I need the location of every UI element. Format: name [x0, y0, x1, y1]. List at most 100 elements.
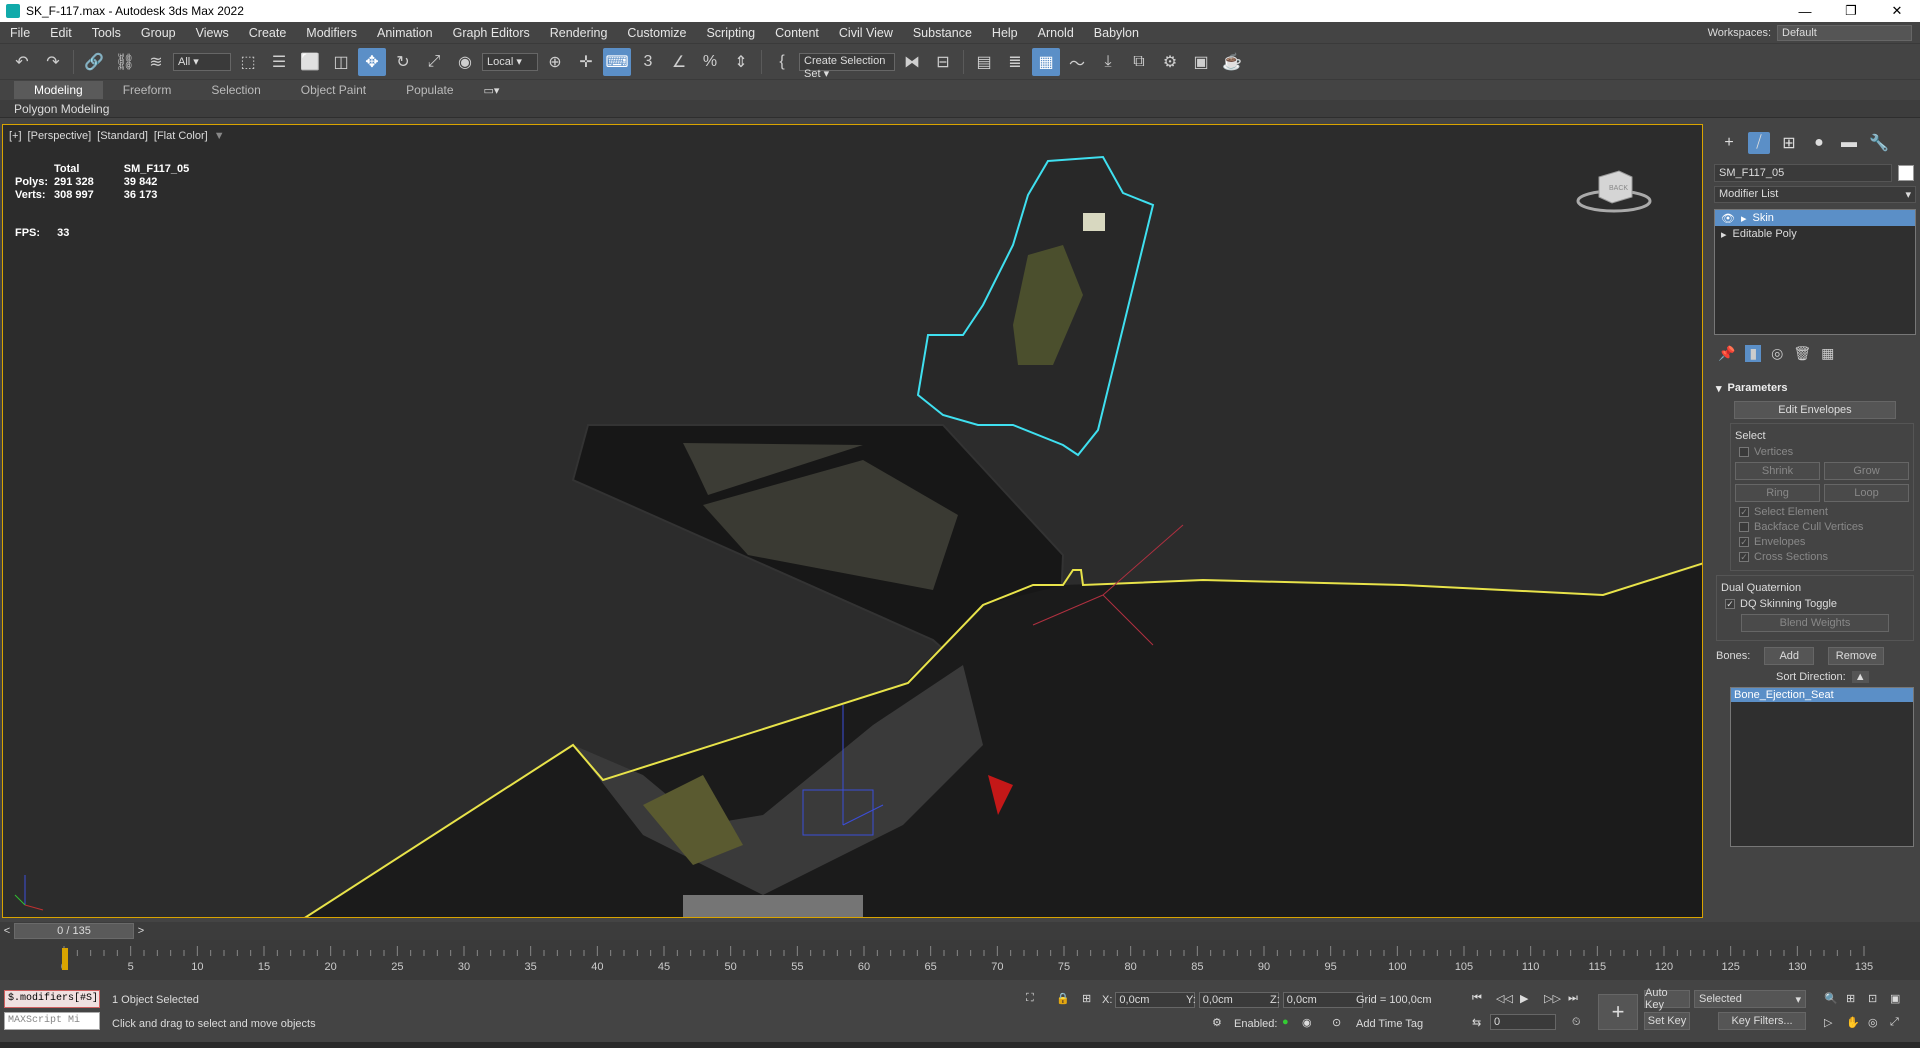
maximize-button[interactable]: ❐ [1828, 0, 1874, 22]
angle-snap-icon[interactable]: ∠ [665, 48, 693, 76]
selection-filter-dropdown[interactable]: All ▾ [173, 52, 231, 71]
zoom-extents-icon[interactable]: ⊡ [1868, 992, 1877, 1005]
viewport-standard[interactable]: [Standard] [97, 130, 148, 142]
select-scale-icon[interactable]: ⤢ [420, 48, 448, 76]
pivot-center-icon[interactable]: ⊕ [541, 48, 569, 76]
field-of-view-icon[interactable]: ▷ [1824, 1016, 1832, 1029]
snaps-toggle-icon[interactable]: 3 [634, 48, 662, 76]
track-bar[interactable]: 0510152025303540455055606570758085909510… [0, 940, 1920, 980]
menu-modifiers[interactable]: Modifiers [296, 26, 367, 40]
play-icon[interactable]: ▶ [1520, 992, 1528, 1005]
tab-populate[interactable]: Populate [386, 81, 473, 99]
motion-tab-icon[interactable]: ● [1808, 132, 1830, 154]
grow-button[interactable]: Grow [1824, 462, 1909, 480]
keyboard-shortcut-icon[interactable]: ⌨ [603, 47, 631, 76]
tab-selection[interactable]: Selection [191, 81, 280, 99]
select-manipulate-icon[interactable]: ✛ [572, 48, 600, 76]
lock-selection-icon[interactable]: 🔒 [1056, 992, 1070, 1005]
select-rotate-icon[interactable]: ↻ [389, 48, 417, 76]
modifier-list-dropdown[interactable]: Modifier List ▾ [1714, 186, 1916, 203]
utilities-tab-icon[interactable]: 🔧 [1868, 132, 1890, 154]
select-element-checkbox[interactable]: ✓ Select Element [1739, 506, 1905, 518]
zoom-all-icon[interactable]: ⊞ [1846, 992, 1855, 1005]
vertices-checkbox[interactable]: Vertices [1739, 446, 1905, 458]
add-time-tag[interactable]: Add Time Tag [1356, 1018, 1423, 1030]
unlink-icon[interactable]: ⛓ [111, 48, 139, 76]
link-icon[interactable]: 🔗 [80, 48, 108, 76]
time-tag-toggle-icon[interactable]: ◉ [1302, 1016, 1312, 1029]
eye-icon[interactable]: 👁 [1721, 212, 1735, 225]
parameters-rollout-header[interactable]: ▾ Parameters [1716, 378, 1914, 399]
configure-sets-icon[interactable]: ▦ [1821, 345, 1834, 362]
hierarchy-tab-icon[interactable]: ⊞ [1778, 132, 1800, 154]
layer-explorer-icon[interactable]: ≣ [1001, 48, 1029, 76]
named-selection-dropdown[interactable]: Create Selection Set ▾ [799, 52, 895, 80]
scene-explorer-icon[interactable]: ▤ [970, 48, 998, 76]
edit-envelopes-button[interactable]: Edit Envelopes [1734, 401, 1896, 419]
mirror-icon[interactable]: ⧓ [898, 48, 926, 76]
cross-sections-checkbox[interactable]: ✓ Cross Sections [1739, 551, 1905, 563]
backface-cull-checkbox[interactable]: Backface Cull Vertices [1739, 521, 1905, 533]
ring-button[interactable]: Ring [1735, 484, 1820, 502]
menu-file[interactable]: File [0, 26, 40, 40]
perspective-viewport[interactable]: [+] [Perspective] [Standard] [Flat Color… [2, 124, 1703, 918]
object-name-field[interactable]: SM_F117_05 [1714, 164, 1892, 182]
menu-graph-editors[interactable]: Graph Editors [443, 26, 540, 40]
key-filters-button[interactable]: Key Filters... [1718, 1012, 1806, 1030]
render-setup-icon[interactable]: ⚙ [1156, 48, 1184, 76]
stack-item-editable-poly[interactable]: ▸ Editable Poly [1715, 226, 1915, 242]
minimize-button[interactable]: — [1782, 0, 1828, 22]
add-bone-button[interactable]: Add [1764, 647, 1815, 665]
prev-frame-icon[interactable]: < [0, 925, 14, 937]
key-mode-icon[interactable]: ⇆ [1472, 1016, 1481, 1029]
dq-skinning-checkbox[interactable]: ✓ DQ Skinning Toggle [1725, 598, 1905, 610]
adaptive-degradation-icon[interactable]: ⚙ [1212, 1016, 1222, 1029]
remove-modifier-icon[interactable]: 🗑 [1793, 345, 1811, 362]
menu-customize[interactable]: Customize [617, 26, 696, 40]
absolute-mode-icon[interactable]: ⊞ [1082, 992, 1091, 1005]
viewport-shading[interactable]: [Flat Color] [154, 130, 208, 142]
bones-list[interactable]: Bone_Ejection_Seat [1730, 687, 1914, 847]
zoom-icon[interactable]: 🔍 [1824, 992, 1838, 1005]
reference-coord-dropdown[interactable]: Local ▾ [482, 52, 538, 71]
ribbon-toggle-icon[interactable]: ▦ [1032, 47, 1060, 76]
percent-snap-icon[interactable]: % [696, 48, 724, 76]
menu-tools[interactable]: Tools [82, 26, 131, 40]
select-by-name-icon[interactable]: ☰ [265, 48, 293, 76]
menu-help[interactable]: Help [982, 26, 1028, 40]
make-unique-icon[interactable]: ◎ [1771, 345, 1783, 362]
show-end-result-icon[interactable]: ▮ [1745, 345, 1762, 362]
time-slider-thumb[interactable]: 0 / 135 [14, 923, 134, 939]
zoom-extents-all-icon[interactable]: ▣ [1890, 992, 1900, 1005]
place-icon[interactable]: ◉ [451, 48, 479, 76]
menu-content[interactable]: Content [765, 26, 829, 40]
object-color-swatch[interactable] [1898, 165, 1914, 181]
select-object-icon[interactable]: ⬚ [234, 48, 262, 76]
menu-animation[interactable]: Animation [367, 26, 443, 40]
viewport-menu-plus[interactable]: [+] [9, 130, 22, 142]
menu-babylon[interactable]: Babylon [1084, 26, 1149, 40]
orbit-icon[interactable]: ◎ [1868, 1016, 1878, 1029]
viewport-point-of-view[interactable]: [Perspective] [28, 130, 92, 142]
select-move-icon[interactable]: ✥ [358, 47, 386, 76]
edit-named-sets-icon[interactable]: { [768, 48, 796, 76]
sort-arrow-icon[interactable]: ▲ [1851, 671, 1869, 683]
z-field[interactable]: 0,0cm [1282, 992, 1363, 1008]
bind-spacewarp-icon[interactable]: ≋ [142, 48, 170, 76]
envelopes-checkbox[interactable]: ✓ Envelopes [1739, 536, 1905, 548]
x-field[interactable]: 0,0cm [1115, 992, 1196, 1008]
tab-object-paint[interactable]: Object Paint [281, 81, 386, 99]
pin-stack-icon[interactable]: 📌 [1718, 345, 1735, 362]
spinner-snap-icon[interactable]: ⇕ [727, 48, 755, 76]
current-frame-field[interactable]: 0 [1490, 1014, 1556, 1030]
set-key-plus-icon[interactable]: + [1598, 994, 1638, 1030]
next-frame-icon[interactable]: > [134, 925, 148, 937]
display-tab-icon[interactable]: ▬ [1838, 132, 1860, 154]
close-button[interactable]: ✕ [1874, 0, 1920, 22]
render-icon[interactable]: ☕ [1218, 48, 1246, 76]
pan-icon[interactable]: ✋ [1846, 1016, 1860, 1029]
isolate-selection-icon[interactable]: ⛶ [1026, 992, 1034, 1005]
time-config-icon[interactable]: ⏲ [1572, 1016, 1581, 1029]
remove-bone-button[interactable]: Remove [1828, 647, 1885, 665]
workspace-dropdown[interactable]: Default [1777, 24, 1912, 41]
